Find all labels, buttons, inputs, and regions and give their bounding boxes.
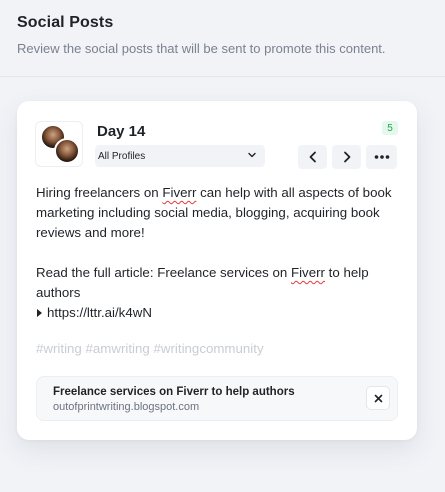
chevron-right-icon	[343, 151, 350, 163]
post-hashtags: #writing #amwriting #writingcommunity	[36, 341, 264, 356]
post-paragraph: Hiring freelancers on Fiverr can help wi…	[36, 183, 406, 243]
page-subtitle: Review the social posts that will be sen…	[17, 41, 386, 56]
remove-preview-button[interactable]	[366, 386, 390, 410]
post-count-badge: 5	[382, 121, 398, 135]
header-divider	[0, 76, 445, 77]
post-link[interactable]: https://lttr.ai/k4wN	[36, 303, 406, 323]
close-icon	[374, 394, 382, 402]
link-preview-domain: outofprintwriting.blogspot.com	[53, 401, 200, 413]
post-paragraph: Read the full article: Freelance service…	[36, 263, 406, 303]
avatar-group	[35, 121, 83, 167]
link-preview-card: Freelance services on Fiverr to help aut…	[36, 376, 398, 421]
more-options-button[interactable]	[366, 145, 397, 169]
post-text: Read the full article: Freelance service…	[36, 265, 291, 280]
next-post-button[interactable]	[332, 145, 361, 169]
link-preview-title: Freelance services on Fiverr to help aut…	[53, 386, 295, 398]
chevron-left-icon	[309, 151, 316, 163]
page-header: Social Posts Review the social posts tha…	[17, 14, 445, 56]
more-horizontal-icon	[374, 155, 389, 159]
profile-select[interactable]: All Profiles	[95, 145, 265, 167]
social-post-card: Day 14 All Profiles 5 Hiring freelancers…	[17, 101, 417, 440]
post-body[interactable]: Hiring freelancers on Fiverr can help wi…	[36, 183, 406, 323]
misspelled-word: Fiverr	[162, 185, 197, 200]
post-day-title: Day 14	[97, 123, 146, 140]
profile-select-value: All Profiles	[98, 150, 146, 162]
previous-post-button[interactable]	[298, 145, 327, 169]
post-link-url[interactable]: https://lttr.ai/k4wN	[47, 303, 152, 323]
misspelled-word: Fiverr	[290, 265, 325, 280]
avatar	[54, 138, 80, 164]
caret-right-icon	[37, 309, 42, 317]
page-title: Social Posts	[17, 14, 114, 31]
post-text: Hiring freelancers on	[36, 185, 163, 200]
chevron-down-icon	[248, 152, 256, 158]
